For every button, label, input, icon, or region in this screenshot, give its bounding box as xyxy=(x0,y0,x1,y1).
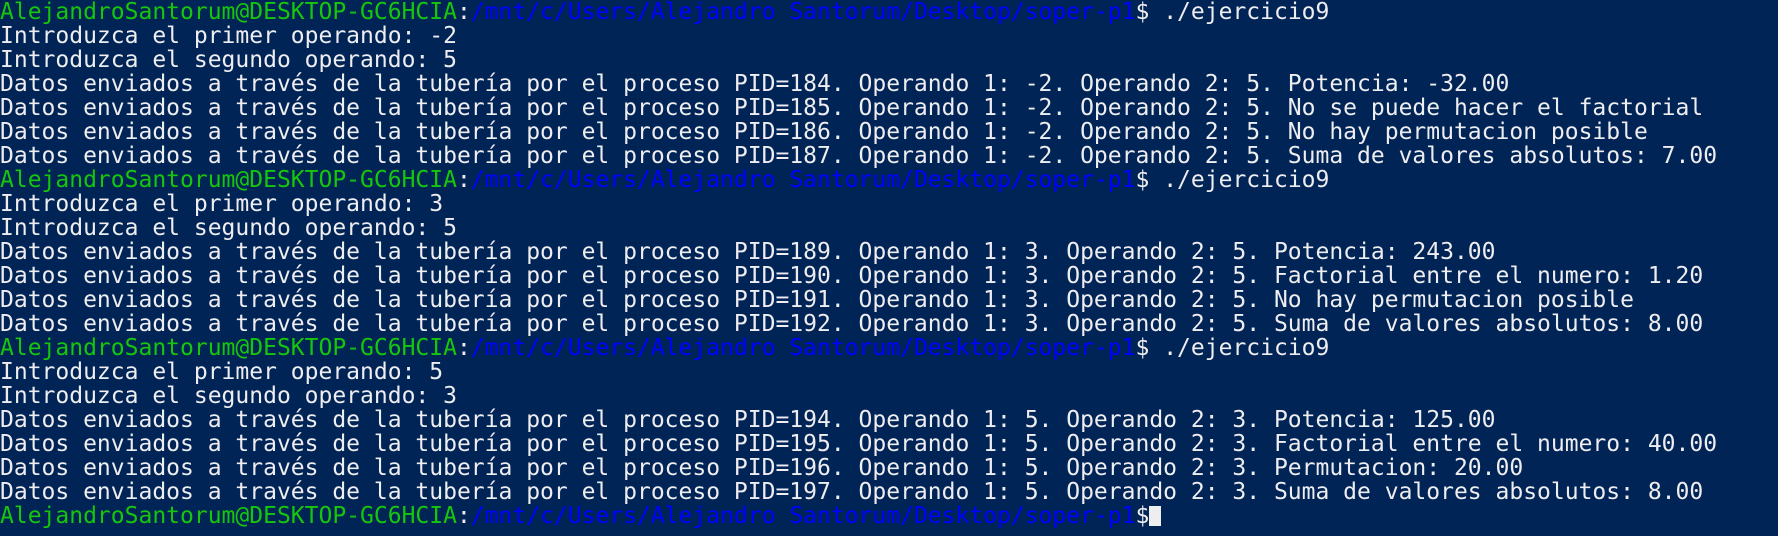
prompt-symbol: $ xyxy=(1135,167,1150,193)
output-line: Datos enviados a través de la tubería po… xyxy=(0,72,1778,96)
prompt-user: AlejandroSantorum@DESKTOP-GC6HCIA xyxy=(0,503,457,529)
prompt-symbol: $ xyxy=(1135,335,1150,361)
output-text: Introduzca el segundo operando: 5 xyxy=(0,47,457,73)
prompt-line: AlejandroSantorum@DESKTOP-GC6HCIA:/mnt/c… xyxy=(0,0,1778,24)
output-line: Datos enviados a través de la tubería po… xyxy=(0,120,1778,144)
prompt-symbol: $ xyxy=(1135,503,1150,529)
prompt-line: AlejandroSantorum@DESKTOP-GC6HCIA:/mnt/c… xyxy=(0,504,1778,528)
output-line: Datos enviados a través de la tubería po… xyxy=(0,144,1778,168)
terminal-window[interactable]: AlejandroSantorum@DESKTOP-GC6HCIA:/mnt/c… xyxy=(0,0,1778,536)
output-line: Datos enviados a través de la tubería po… xyxy=(0,312,1778,336)
output-text: Datos enviados a través de la tubería po… xyxy=(0,119,1648,145)
prompt-colon: : xyxy=(456,0,471,25)
output-text: Introduzca el primer operando: 3 xyxy=(0,191,444,217)
output-text: Datos enviados a través de la tubería po… xyxy=(0,479,1704,505)
prompt-path: /mnt/c/Users/Alejandro Santorum/Desktop/… xyxy=(470,167,1136,193)
prompt-colon: : xyxy=(456,335,471,361)
prompt-line: AlejandroSantorum@DESKTOP-GC6HCIA:/mnt/c… xyxy=(0,336,1778,360)
prompt-colon: : xyxy=(456,503,471,529)
output-line: Datos enviados a través de la tubería po… xyxy=(0,480,1778,504)
output-text: Datos enviados a través de la tubería po… xyxy=(0,143,1718,169)
text-cursor[interactable] xyxy=(1149,506,1162,526)
output-line: Datos enviados a través de la tubería po… xyxy=(0,456,1778,480)
output-text: Datos enviados a través de la tubería po… xyxy=(0,95,1704,121)
output-text: Introduzca el segundo operando: 5 xyxy=(0,215,457,241)
prompt-colon: : xyxy=(456,167,471,193)
output-line: Introduzca el primer operando: -2 xyxy=(0,24,1778,48)
output-text: Datos enviados a través de la tubería po… xyxy=(0,455,1524,481)
command-text: ./ejercicio9 xyxy=(1149,167,1330,193)
prompt-user: AlejandroSantorum@DESKTOP-GC6HCIA xyxy=(0,167,457,193)
output-line: Datos enviados a través de la tubería po… xyxy=(0,264,1778,288)
output-text: Datos enviados a través de la tubería po… xyxy=(0,311,1704,337)
output-text: Datos enviados a través de la tubería po… xyxy=(0,239,1496,265)
prompt-symbol: $ xyxy=(1135,0,1150,25)
output-line: Datos enviados a través de la tubería po… xyxy=(0,240,1778,264)
output-text: Datos enviados a través de la tubería po… xyxy=(0,263,1704,289)
prompt-path: /mnt/c/Users/Alejandro Santorum/Desktop/… xyxy=(470,335,1136,361)
output-line: Datos enviados a través de la tubería po… xyxy=(0,408,1778,432)
output-text: Introduzca el primer operando: -2 xyxy=(0,23,457,49)
prompt-user: AlejandroSantorum@DESKTOP-GC6HCIA xyxy=(0,335,457,361)
output-line: Introduzca el segundo operando: 3 xyxy=(0,384,1778,408)
command-text: ./ejercicio9 xyxy=(1149,0,1330,25)
output-text: Introduzca el segundo operando: 3 xyxy=(0,383,457,409)
prompt-line: AlejandroSantorum@DESKTOP-GC6HCIA:/mnt/c… xyxy=(0,168,1778,192)
prompt-user: AlejandroSantorum@DESKTOP-GC6HCIA xyxy=(0,0,457,25)
prompt-path: /mnt/c/Users/Alejandro Santorum/Desktop/… xyxy=(470,0,1136,25)
output-line: Datos enviados a través de la tubería po… xyxy=(0,288,1778,312)
output-line: Introduzca el primer operando: 5 xyxy=(0,360,1778,384)
output-text: Datos enviados a través de la tubería po… xyxy=(0,431,1718,457)
output-text: Datos enviados a través de la tubería po… xyxy=(0,287,1634,313)
output-line: Introduzca el segundo operando: 5 xyxy=(0,48,1778,72)
output-line: Datos enviados a través de la tubería po… xyxy=(0,96,1778,120)
output-text: Introduzca el primer operando: 5 xyxy=(0,359,444,385)
output-line: Datos enviados a través de la tubería po… xyxy=(0,432,1778,456)
output-text: Datos enviados a través de la tubería po… xyxy=(0,407,1496,433)
output-line: Introduzca el segundo operando: 5 xyxy=(0,216,1778,240)
prompt-path: /mnt/c/Users/Alejandro Santorum/Desktop/… xyxy=(470,503,1136,529)
output-line: Introduzca el primer operando: 3 xyxy=(0,192,1778,216)
command-text: ./ejercicio9 xyxy=(1149,335,1330,361)
output-text: Datos enviados a través de la tubería po… xyxy=(0,71,1510,97)
